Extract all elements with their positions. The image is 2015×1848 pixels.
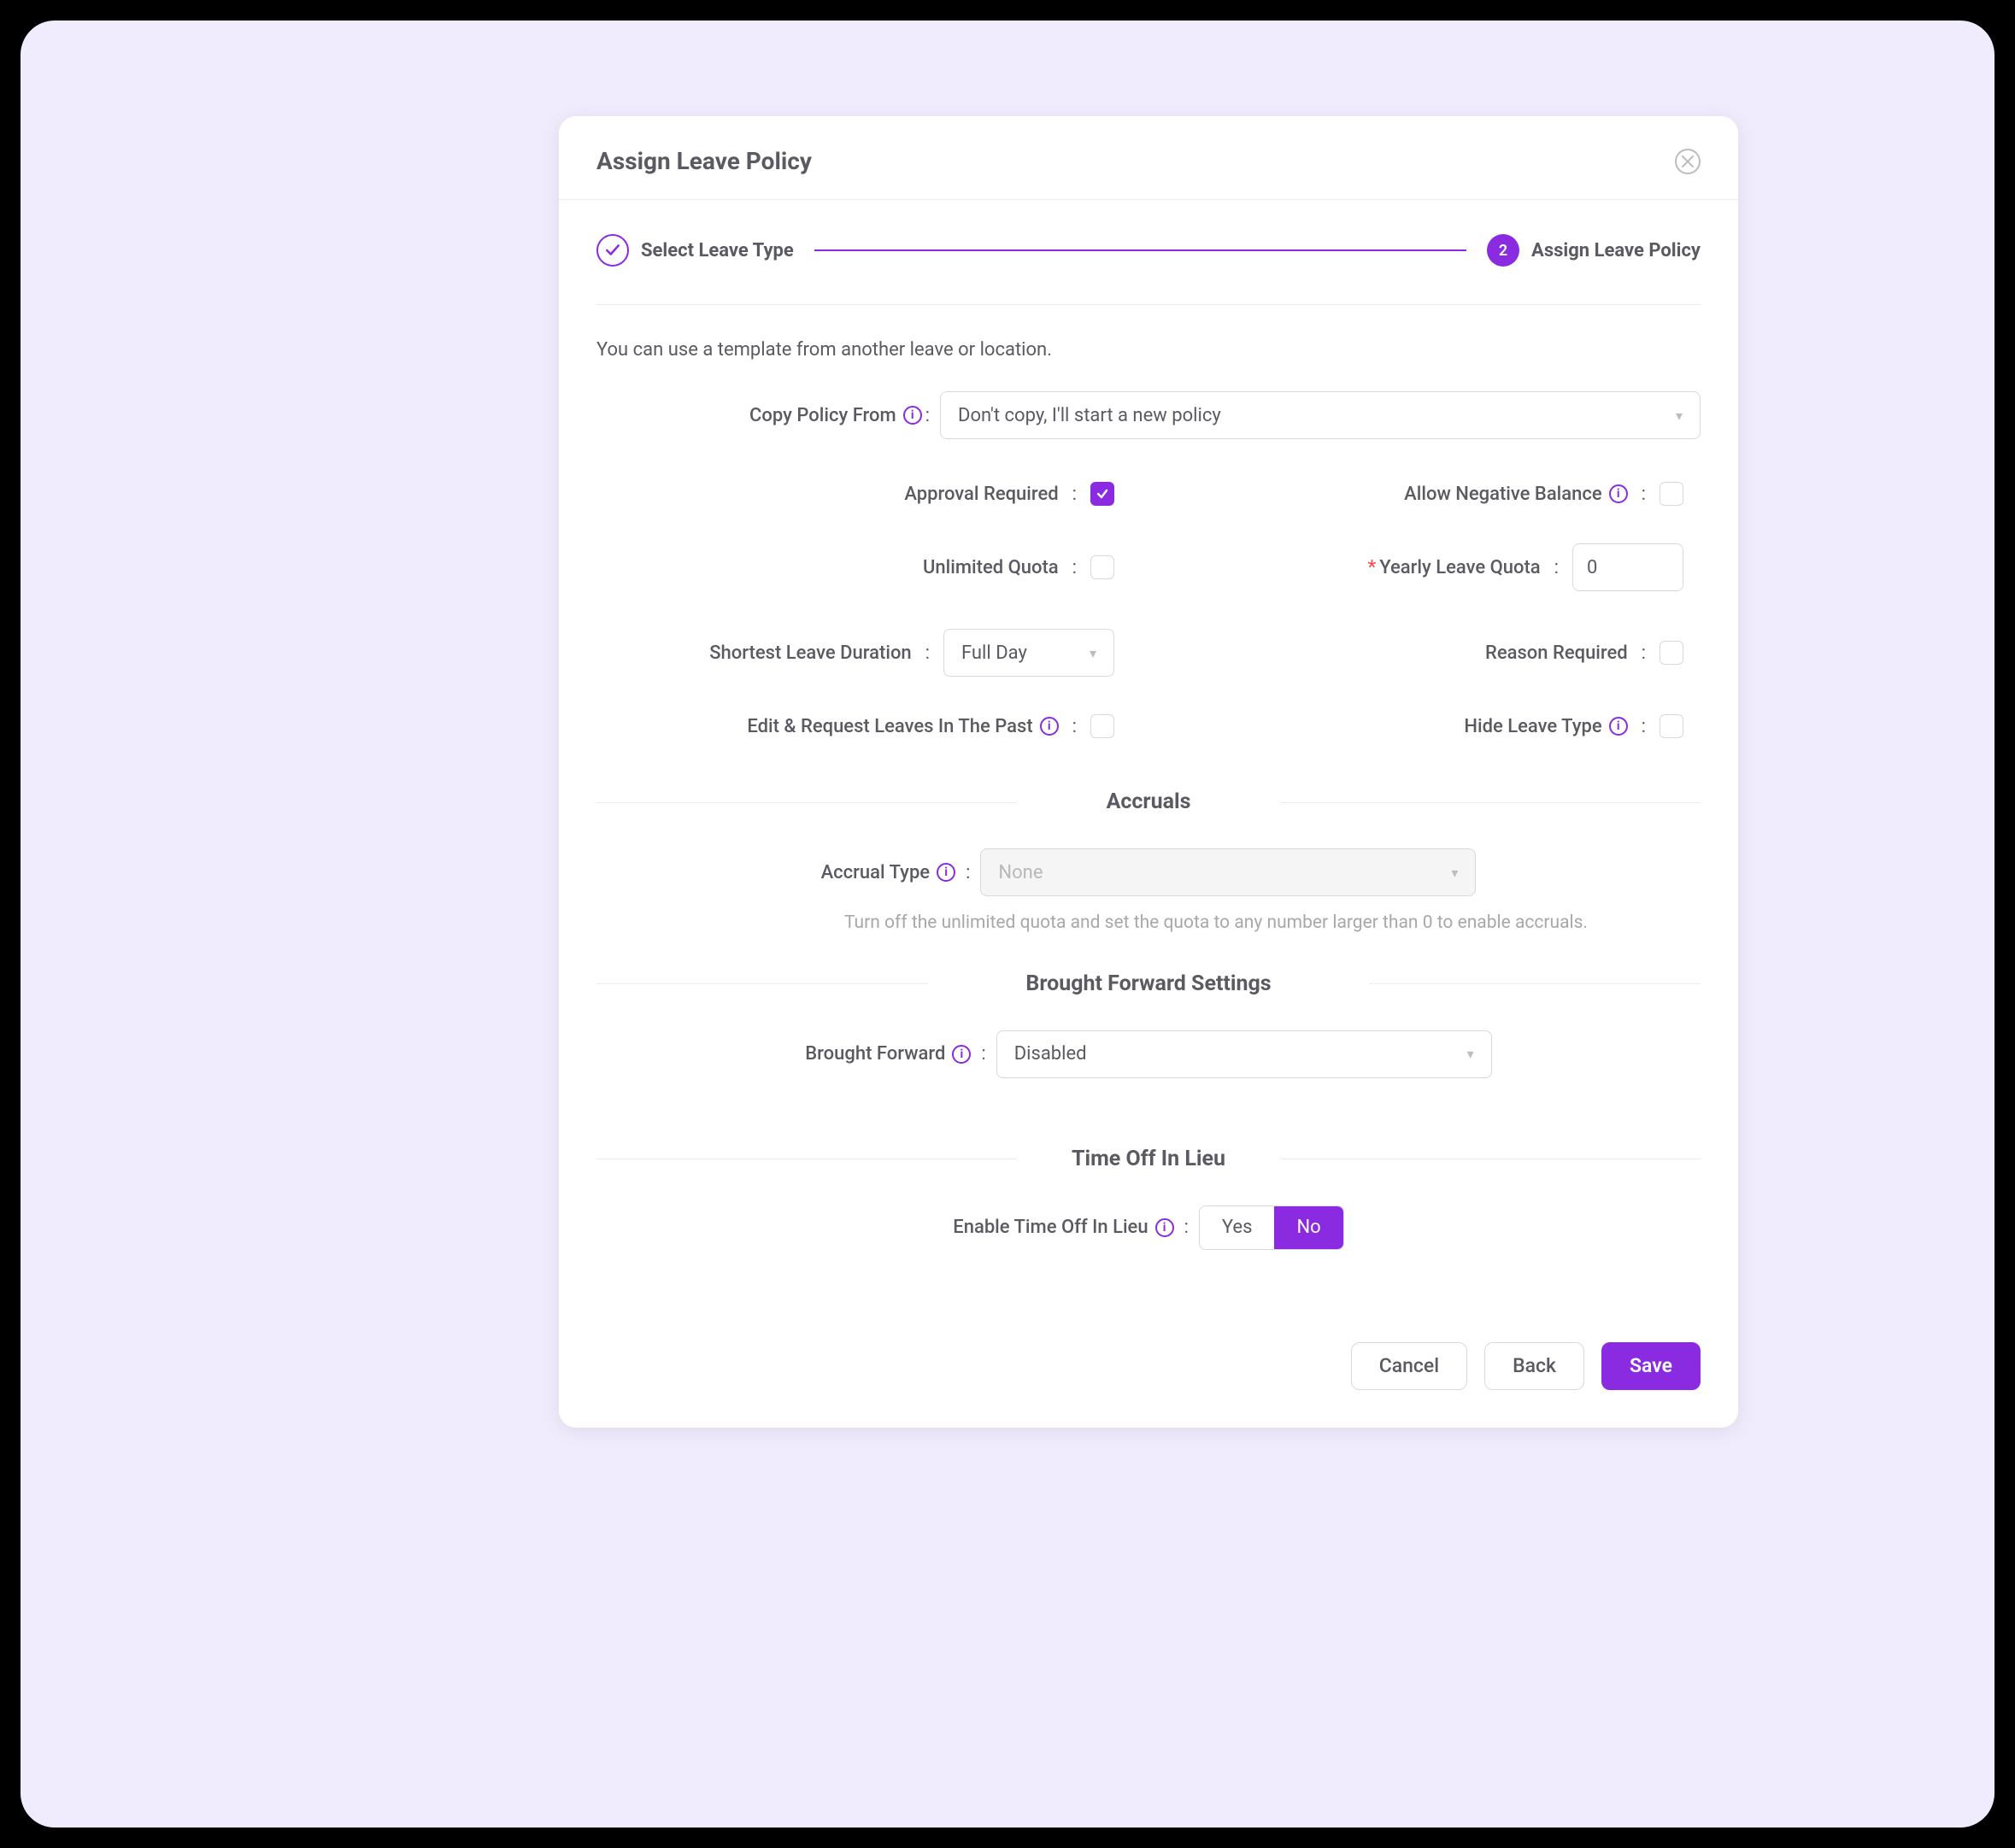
brought-forward-section-title: Brought Forward Settings xyxy=(596,971,1701,996)
toil-yes-button[interactable]: Yes xyxy=(1200,1206,1275,1249)
step-done-icon xyxy=(596,234,629,267)
yearly-quota-label: Yearly Leave Quota xyxy=(1379,557,1540,578)
yearly-quota-input[interactable]: 0 xyxy=(1572,543,1683,591)
brought-forward-select[interactable]: Disabled ▾ xyxy=(996,1030,1492,1078)
check-icon xyxy=(1096,487,1109,501)
toil-section-title: Time Off In Lieu xyxy=(596,1147,1701,1171)
shortest-duration-label: Shortest Leave Duration xyxy=(709,642,911,664)
allow-negative-balance-label: Allow Negative Balance xyxy=(1404,484,1602,505)
copy-policy-from-value: Don't copy, I'll start a new policy xyxy=(958,405,1221,426)
info-icon[interactable]: i xyxy=(937,863,955,882)
step-assign-leave-policy[interactable]: 2 Assign Leave Policy xyxy=(1487,234,1701,267)
close-button[interactable] xyxy=(1675,149,1701,174)
info-icon[interactable]: i xyxy=(1155,1218,1174,1237)
modal-footer: Cancel Back Save xyxy=(559,1318,1738,1428)
chevron-down-icon: ▾ xyxy=(1467,1046,1474,1062)
brought-forward-value: Disabled xyxy=(1014,1043,1087,1065)
copy-policy-from-label: Copy Policy From xyxy=(749,405,896,426)
cancel-button[interactable]: Cancel xyxy=(1351,1342,1467,1390)
reason-required-checkbox[interactable] xyxy=(1660,641,1683,665)
copy-policy-from-select[interactable]: Don't copy, I'll start a new policy ▾ xyxy=(940,391,1701,439)
step-select-leave-type[interactable]: Select Leave Type xyxy=(596,234,794,267)
unlimited-quota-checkbox[interactable] xyxy=(1090,555,1114,579)
chevron-down-icon: ▾ xyxy=(1090,645,1096,661)
modal-title: Assign Leave Policy xyxy=(596,147,812,175)
close-icon xyxy=(1682,155,1694,167)
info-icon[interactable]: i xyxy=(1609,717,1628,736)
yearly-quota-value: 0 xyxy=(1587,557,1597,578)
hide-leave-type-label: Hide Leave Type xyxy=(1464,716,1601,737)
approval-required-checkbox[interactable] xyxy=(1090,482,1114,506)
stepper: Select Leave Type 2 Assign Leave Policy xyxy=(559,200,1738,305)
accrual-hint: Turn off the unlimited quota and set the… xyxy=(596,910,1701,937)
step-connector xyxy=(814,249,1466,251)
approval-required-label: Approval Required xyxy=(904,484,1058,505)
modal-body: You can use a template from another leav… xyxy=(559,339,1738,1318)
unlimited-quota-label: Unlimited Quota xyxy=(923,557,1059,578)
intro-text: You can use a template from another leav… xyxy=(596,339,1701,361)
info-icon[interactable]: i xyxy=(952,1045,971,1064)
modal-header: Assign Leave Policy xyxy=(559,116,1738,200)
info-icon[interactable]: i xyxy=(1609,484,1628,503)
back-button[interactable]: Back xyxy=(1484,1342,1584,1390)
shortest-duration-select[interactable]: Full Day ▾ xyxy=(943,629,1114,677)
chevron-down-icon: ▾ xyxy=(1451,865,1458,881)
shortest-duration-value: Full Day xyxy=(961,642,1027,664)
edit-past-checkbox[interactable] xyxy=(1090,714,1114,738)
step-2-number: 2 xyxy=(1487,234,1519,267)
toil-toggle: Yes No xyxy=(1199,1206,1344,1250)
accrual-type-label: Accrual Type xyxy=(821,862,931,883)
toil-no-button[interactable]: No xyxy=(1274,1206,1342,1249)
chevron-down-icon: ▾ xyxy=(1676,408,1683,424)
accrual-type-select: None ▾ xyxy=(980,848,1476,896)
assign-leave-policy-modal: Assign Leave Policy Select Leave Type 2 … xyxy=(559,116,1738,1428)
edit-past-label: Edit & Request Leaves In The Past xyxy=(747,716,1032,737)
brought-forward-label: Brought Forward xyxy=(805,1043,945,1065)
accrual-type-placeholder: None xyxy=(998,862,1043,883)
hide-leave-type-checkbox[interactable] xyxy=(1660,714,1683,738)
page-background: Assign Leave Policy Select Leave Type 2 … xyxy=(21,21,1994,1827)
allow-negative-balance-checkbox[interactable] xyxy=(1660,482,1683,506)
toil-label: Enable Time Off In Lieu xyxy=(953,1217,1148,1238)
accruals-section-title: Accruals xyxy=(596,789,1701,814)
reason-required-label: Reason Required xyxy=(1485,642,1628,664)
save-button[interactable]: Save xyxy=(1601,1342,1701,1390)
step-1-label: Select Leave Type xyxy=(641,240,794,261)
step-2-label: Assign Leave Policy xyxy=(1531,240,1701,261)
info-icon[interactable]: i xyxy=(903,406,922,425)
info-icon[interactable]: i xyxy=(1040,717,1059,736)
